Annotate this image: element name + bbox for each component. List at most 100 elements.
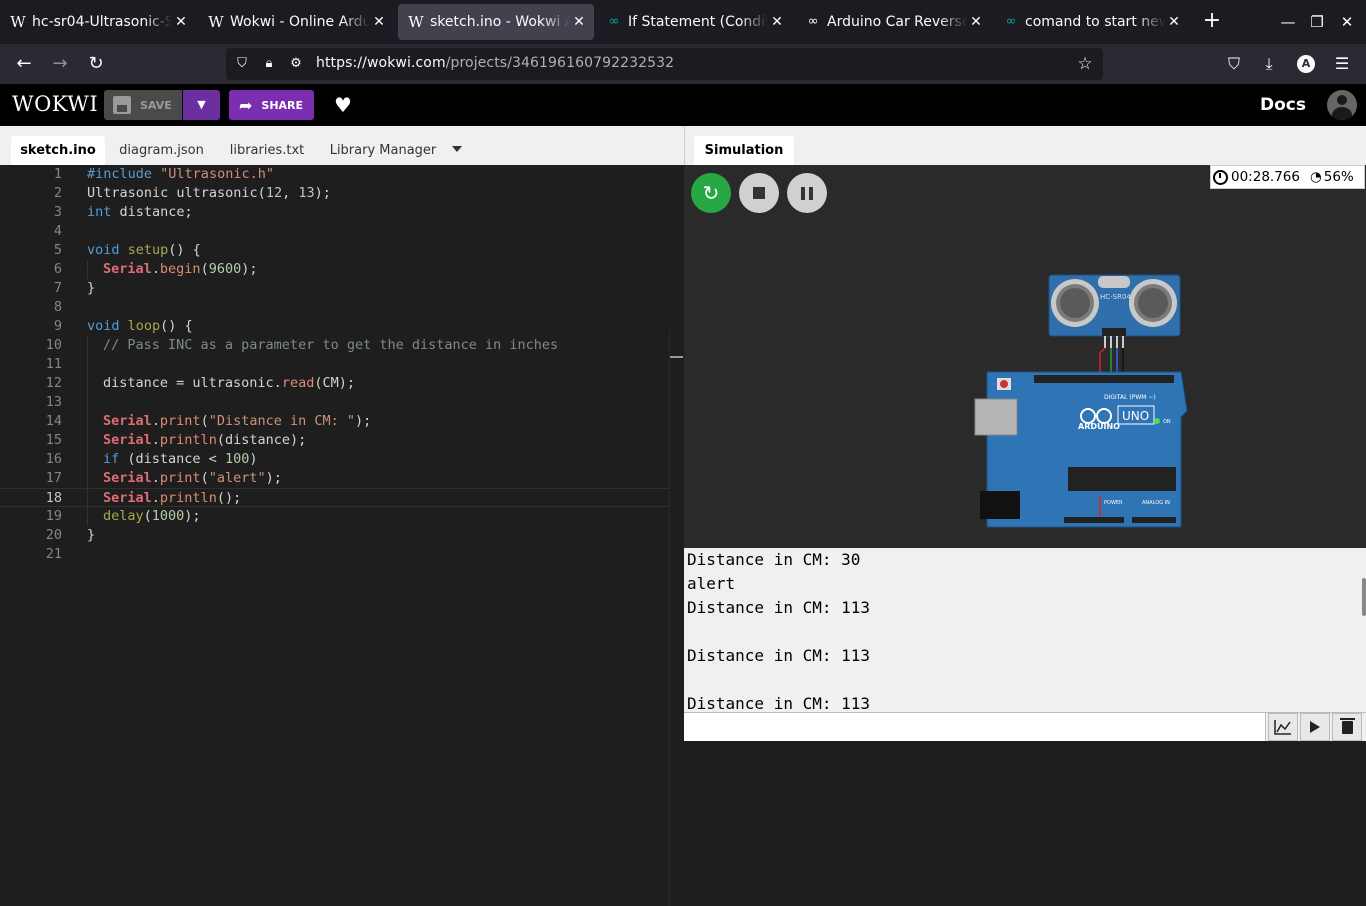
code-line[interactable]: 7} <box>0 279 670 298</box>
menu-hamburger-icon[interactable]: ☰ <box>1331 53 1353 75</box>
forward-arrow-icon[interactable]: → <box>49 53 71 75</box>
clear-serial-button[interactable] <box>1332 713 1362 741</box>
send-serial-button[interactable] <box>1300 713 1330 741</box>
tab-libraries-txt[interactable]: libraries.txt <box>222 136 312 165</box>
browser-tab-4[interactable]: ∞ If Statement (Conditio ✕ <box>596 4 792 40</box>
tab-diagram-json[interactable]: diagram.json <box>111 136 212 165</box>
close-tab-icon[interactable]: ✕ <box>570 14 588 30</box>
power-led-label: ON <box>1163 419 1171 425</box>
browser-tab-bar: W hc-sr04-Ultrasonic-Sim ✕ W Wokwi - Onl… <box>0 0 1366 44</box>
pocket-icon[interactable]: ⛉ <box>1223 53 1245 75</box>
code-text: Serial.begin(9600); <box>87 260 257 279</box>
code-line[interactable]: 12 distance = ultrasonic.read(CM); <box>0 374 670 393</box>
arduino-uno-board[interactable]: DIGITAL (PWM ~) ARDUINO UNO ON POWER ANA… <box>974 371 1188 528</box>
tracking-shield-icon[interactable]: ⛉ <box>233 55 251 73</box>
tab-sketch-ino[interactable]: sketch.ino <box>11 136 105 165</box>
browser-tab-6[interactable]: ∞ comand to start new li ✕ <box>993 4 1189 40</box>
line-number: 15 <box>45 432 62 448</box>
code-editor[interactable]: 1 #include "Ultrasonic.h" 2 Ultrasonic ult… <box>0 165 684 906</box>
code-text: } <box>87 280 96 296</box>
restore-window-button[interactable]: ❐ <box>1307 12 1327 32</box>
hc-sr04-sensor[interactable]: HC-SR04 <box>1048 274 1181 348</box>
code-text <box>87 393 103 412</box>
serial-monitor-output[interactable]: Distance in CM: 30 alert Distance in CM:… <box>684 548 1366 712</box>
account-avatar[interactable]: A <box>1297 55 1315 73</box>
plotter-button[interactable] <box>1268 713 1298 741</box>
line-number: 12 <box>45 375 62 391</box>
code-line[interactable]: 1 #include "Ultrasonic.h" <box>0 165 670 184</box>
simulation-canvas[interactable]: ↻ 00:28.766 ◔ 56% HC-SR04 DIGITAL (PWM ~… <box>684 165 1366 548</box>
code-line[interactable]: 8 <box>0 298 670 317</box>
close-window-button[interactable]: ✕ <box>1337 12 1357 32</box>
save-button[interactable]: SAVE <box>104 90 182 120</box>
share-button[interactable]: ➦ SHARE <box>229 90 314 120</box>
new-tab-button[interactable]: + <box>1200 10 1224 34</box>
overview-ruler-mark <box>670 356 683 358</box>
url-path: /projects/346196160792232532 <box>445 55 675 71</box>
code-line[interactable]: 2 Ultrasonic ultrasonic(12, 13); <box>0 184 670 203</box>
serial-scrollbar-thumb[interactable] <box>1362 578 1366 616</box>
like-heart-icon[interactable]: ♥ <box>334 93 352 117</box>
code-line[interactable]: 15 Serial.println(distance); <box>0 431 670 450</box>
close-tab-icon[interactable]: ✕ <box>370 14 388 30</box>
code-line[interactable]: 9 void loop() { <box>0 317 670 336</box>
code-line[interactable]: 5 void setup() { <box>0 241 670 260</box>
code-text: void loop() { <box>87 318 193 334</box>
browser-tab-title: If Statement (Conditio <box>628 14 768 30</box>
browser-tab-2[interactable]: W Wokwi - Online Arduino ✕ <box>198 4 394 40</box>
code-line[interactable]: 4 <box>0 222 670 241</box>
circuit-diagram: HC-SR04 DIGITAL (PWM ~) ARDUINO UNO ON P… <box>974 274 1188 528</box>
serial-line: alert <box>687 574 736 593</box>
docs-link[interactable]: Docs <box>1260 95 1306 115</box>
code-line-current[interactable]: 18 Serial.println(); <box>0 488 670 508</box>
code-line[interactable]: 17 Serial.print("alert"); <box>0 469 670 488</box>
more-tabs-caret-icon[interactable] <box>452 146 462 152</box>
browser-tab-title: Arduino Car Reverse Pa <box>827 14 967 30</box>
close-tab-icon[interactable]: ✕ <box>172 14 190 30</box>
url-text[interactable]: https://wokwi.com/projects/3461961607922… <box>316 55 674 71</box>
serial-input[interactable] <box>684 713 1266 741</box>
tab-simulation[interactable]: Simulation <box>694 136 794 165</box>
line-number: 17 <box>45 470 62 486</box>
serial-line: Distance in CM: 113 <box>687 598 871 617</box>
code-line[interactable]: 14 Serial.print("Distance in CM: "); <box>0 412 670 431</box>
line-number: 7 <box>53 280 62 296</box>
padlock-icon[interactable]: 🔒︎ <box>260 55 278 73</box>
user-avatar[interactable] <box>1327 90 1357 120</box>
browser-tab-1[interactable]: W hc-sr04-Ultrasonic-Sim ✕ <box>0 4 196 40</box>
line-number: 19 <box>45 508 62 524</box>
tab-library-manager[interactable]: Library Manager <box>322 136 444 165</box>
trash-icon <box>1339 717 1355 734</box>
editor-scrollbar[interactable] <box>669 330 670 906</box>
code-line[interactable]: 6 Serial.begin(9600); <box>0 260 670 279</box>
downloads-icon[interactable]: ⤓ <box>1258 53 1280 75</box>
wokwi-logo[interactable]: WOKWI <box>12 92 98 116</box>
reload-icon[interactable]: ↻ <box>85 53 107 75</box>
chevron-down-icon: ▼ <box>197 98 206 111</box>
code-line[interactable]: 20} <box>0 526 670 545</box>
code-line[interactable]: 11 <box>0 355 670 374</box>
line-number: 13 <box>45 394 62 410</box>
code-line[interactable]: 3 int distance; <box>0 203 670 222</box>
line-number: 6 <box>53 261 62 277</box>
code-text: distance = ultrasonic.read(CM); <box>87 374 355 393</box>
code-line[interactable]: 13 <box>0 393 670 412</box>
minimize-window-button[interactable]: — <box>1278 12 1298 32</box>
close-tab-icon[interactable]: ✕ <box>967 14 985 30</box>
permissions-icon[interactable]: ⚙ <box>287 55 305 73</box>
code-line[interactable]: 19 delay(1000); <box>0 507 670 526</box>
browser-nav-bar: ← → ↻ ⛉ 🔒︎ ⚙ https://wokwi.com/projects/… <box>0 44 1366 84</box>
close-tab-icon[interactable]: ✕ <box>768 14 786 30</box>
close-tab-icon[interactable]: ✕ <box>1165 14 1183 30</box>
browser-tab-3-active[interactable]: W sketch.ino - Wokwi Ard ✕ <box>398 4 594 40</box>
code-line[interactable]: 16 if (distance < 100) <box>0 450 670 469</box>
bookmark-star-icon[interactable]: ☆ <box>1076 55 1094 73</box>
back-arrow-icon[interactable]: ← <box>13 53 35 75</box>
save-dropdown-button[interactable]: ▼ <box>183 90 220 120</box>
line-number: 9 <box>53 318 62 334</box>
address-bar[interactable]: ⛉ 🔒︎ ⚙ https://wokwi.com/projects/346196… <box>226 48 1103 80</box>
code-line[interactable]: 21 <box>0 545 670 564</box>
line-number: 10 <box>45 337 62 353</box>
browser-tab-5[interactable]: ∞ Arduino Car Reverse Pa ✕ <box>795 4 991 40</box>
code-line[interactable]: 10 // Pass INC as a parameter to get the … <box>0 336 670 355</box>
